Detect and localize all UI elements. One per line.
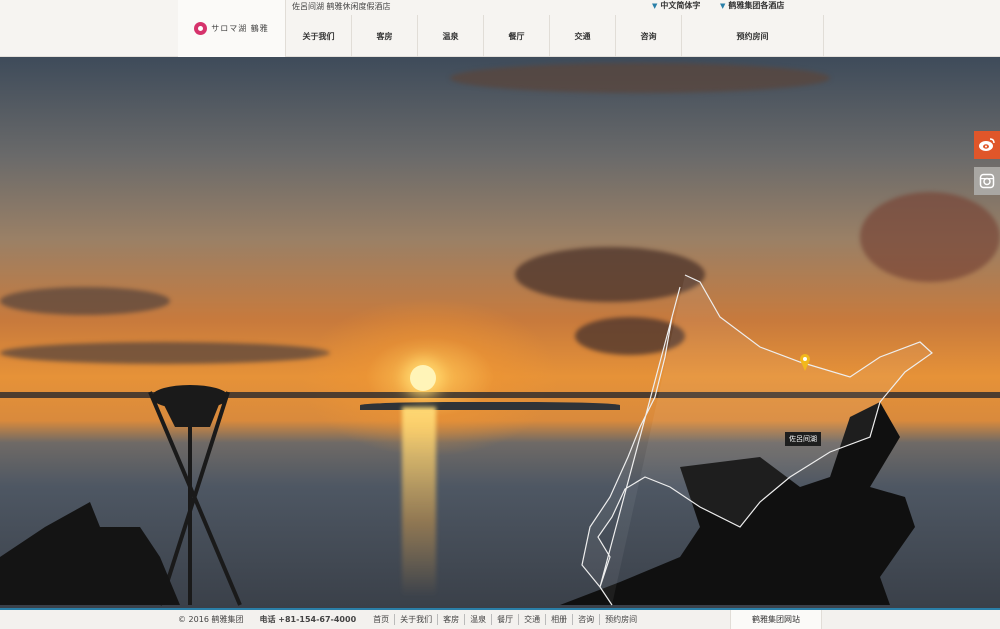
weibo-icon xyxy=(979,138,995,151)
main-nav: 关于我们 客房 温泉 餐厅 交通 咨询 预约房间 xyxy=(286,15,824,57)
footer-link-rooms[interactable]: 客房 xyxy=(437,614,464,625)
instagram-icon xyxy=(979,173,995,189)
footer-link-home[interactable]: 首页 xyxy=(368,614,394,625)
language-selector[interactable]: ▼ 中文简体字 xyxy=(652,0,700,11)
footer-link-onsen[interactable]: 温泉 xyxy=(464,614,491,625)
nav-item-access[interactable]: 交通 xyxy=(550,15,616,57)
group-website-link[interactable]: 鹤雅集团网站 xyxy=(730,610,822,629)
site-footer: © 2016 鹤雅集团 电话 +81-154-67-4000 首页 关于我们 客… xyxy=(0,608,1000,629)
language-label: 中文简体字 xyxy=(660,1,701,10)
driftwood-left-silhouette xyxy=(0,502,180,605)
instagram-button[interactable] xyxy=(974,167,1000,195)
hero-silhouettes xyxy=(0,274,933,606)
flower-logo-icon xyxy=(194,22,208,35)
nav-item-onsen[interactable]: 温泉 xyxy=(418,15,484,57)
footer-link-gallery[interactable]: 相册 xyxy=(545,614,572,625)
map-location-label: 佐呂间湖 xyxy=(785,432,821,446)
footer-link-contact[interactable]: 咨询 xyxy=(572,614,599,625)
nav-item-restaurant[interactable]: 餐厅 xyxy=(484,15,550,57)
logo[interactable]: サロマ湖 鶴雅 xyxy=(178,0,286,57)
footer-link-restaurant[interactable]: 餐厅 xyxy=(491,614,518,625)
nav-item-rooms[interactable]: 客房 xyxy=(352,15,418,57)
footer-info: © 2016 鹤雅集团 电话 +81-154-67-4000 首页 关于我们 客… xyxy=(178,614,642,625)
nav-item-about[interactable]: 关于我们 xyxy=(286,15,352,57)
hero-slideshow: 佐呂间湖 xyxy=(0,57,1000,608)
site-header: サロマ湖 鶴雅 佐呂间湖 鹤雅休闲度假酒店 ▼ 中文简体字 ▼ 鹤雅集团各酒店 … xyxy=(0,0,1000,57)
logo-text: サロマ湖 鶴雅 xyxy=(211,24,269,33)
group-hotels-selector[interactable]: ▼ 鹤雅集团各酒店 xyxy=(720,0,784,11)
footer-link-reservation[interactable]: 预约房间 xyxy=(599,614,642,625)
weibo-button[interactable] xyxy=(974,131,1000,159)
nav-item-reservation[interactable]: 预约房间 xyxy=(682,15,824,57)
footer-phone: 电话 +81-154-67-4000 xyxy=(259,615,357,624)
footer-link-access[interactable]: 交通 xyxy=(518,614,545,625)
footer-links: 首页 关于我们 客房 温泉 餐厅 交通 相册 咨询 预约房间 xyxy=(368,614,642,625)
nav-item-contact[interactable]: 咨询 xyxy=(616,15,682,57)
chevron-down-icon: ▼ xyxy=(652,1,658,10)
hotel-tagline: 佐呂间湖 鹤雅休闲度假酒店 xyxy=(292,2,391,11)
group-hotels-label: 鹤雅集团各酒店 xyxy=(728,1,785,10)
footer-link-about[interactable]: 关于我们 xyxy=(394,614,437,625)
copyright: © 2016 鹤雅集团 xyxy=(178,615,244,624)
chevron-down-icon: ▼ xyxy=(720,1,726,10)
